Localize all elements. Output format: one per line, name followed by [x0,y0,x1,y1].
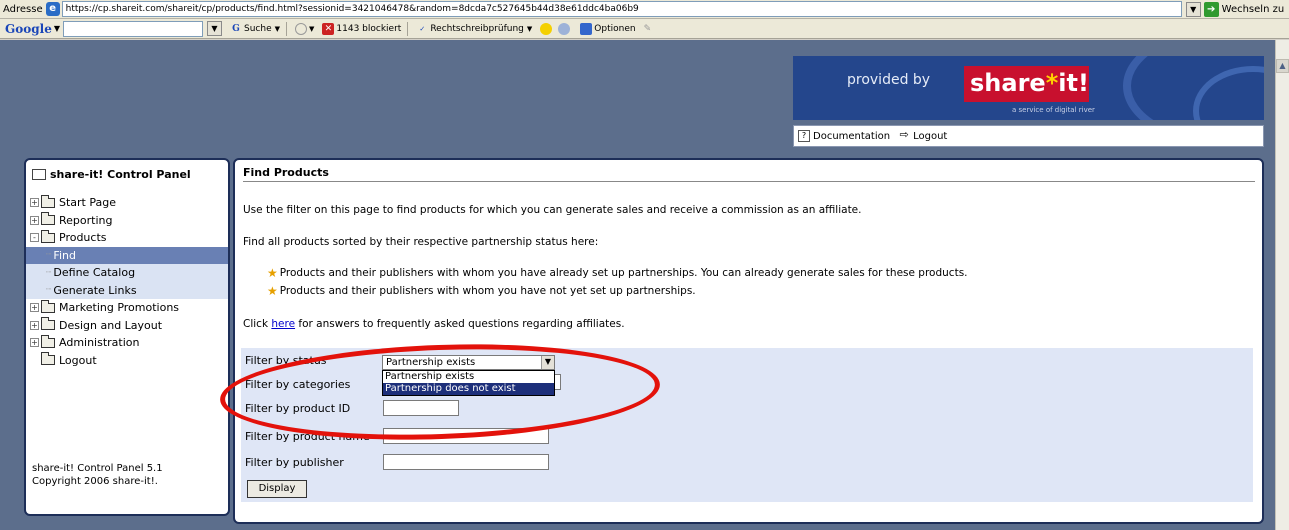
pagerank-icon [295,22,307,35]
expand-plus-icon[interactable]: + [30,338,39,348]
chevron-down-icon: ▼ [309,24,315,33]
sidebar-item-marketing-promotions[interactable]: + Marketing Promotions [26,299,228,317]
sidebar-item-design-and-layout[interactable]: + Design and Layout [26,317,228,335]
display-button[interactable]: Display [247,480,307,498]
google-input-dropdown-icon[interactable]: ▼ [207,21,222,36]
google-search-button[interactable]: G Suche ▼ [230,23,280,35]
shareit-banner: provided by share*it! a service of digit… [793,56,1264,120]
status-option-does-not-exist[interactable]: Partnership does not exist [383,383,554,395]
faq-link[interactable]: here [271,318,295,330]
status-select[interactable]: Partnership exists ▼ [382,355,555,370]
expand-plus-icon[interactable]: + [30,303,39,313]
page-title: Find Products [243,166,329,179]
publisher-input[interactable] [383,454,549,470]
url-dropdown-icon[interactable]: ▼ [1185,1,1201,17]
filter-form: Filter by status Filter by categories Fi… [241,348,1253,502]
expand-plus-icon[interactable]: + [30,215,39,225]
provided-by-text: provided by [847,72,931,88]
chevron-down-icon[interactable]: ▼ [541,356,554,369]
copyright-text: Copyright 2006 share-it!. [32,476,158,487]
intro-text: Use the filter on this page to find prod… [243,204,862,216]
logout-door-icon: ⇨ [898,128,911,142]
folder-icon [41,334,55,348]
faq-text: Click here for answers to frequently ask… [243,318,625,330]
collapse-minus-icon[interactable]: - [30,233,39,243]
toolbar-divider [286,21,287,36]
sidebar-item-generate-links[interactable]: ┈ Generate Links [26,281,228,299]
sidebar-item-start-page[interactable]: + Start Page [26,194,228,212]
main-panel: Find Products Use the filter on this pag… [233,158,1264,524]
sorted-text: Find all products sorted by their respec… [243,236,599,248]
open-folder-icon [41,229,55,243]
star-partnership-icon: ★ [267,266,278,280]
spellcheck-button[interactable]: ✓ Rechtschreibprüfung ▼ [416,23,532,35]
control-panel-icon [32,168,46,180]
smiley-button[interactable] [540,22,554,35]
google-g-icon: G [232,23,240,34]
documentation-link[interactable]: ? Documentation [798,130,890,142]
go-arrow-icon[interactable]: ➔ [1203,1,1219,17]
sidebar-title: share-it! Control Panel [26,160,228,182]
sidebar-item-logout[interactable]: Logout [26,352,228,370]
top-nav: ? Documentation ⇨ Logout [793,125,1264,147]
title-divider [243,181,1255,182]
status-option-exists[interactable]: Partnership exists [383,371,554,383]
address-label: Adresse [3,3,43,15]
spellcheck-icon: ✓ [419,24,426,33]
sidebar: share-it! Control Panel + Start Page + R… [24,158,230,516]
folder-icon [41,194,55,208]
product-name-input[interactable] [383,428,549,444]
shareit-logo-subtitle: a service of digital river [1012,106,1095,114]
sidebar-item-reporting[interactable]: + Reporting [26,212,228,230]
status-dropdown-list: Partnership exists Partnership does not … [382,370,555,396]
publisher-filter-label: Filter by publisher [245,456,344,469]
popup-blocker-button[interactable]: ✕ 1143 blockiert [322,22,401,35]
product-id-input[interactable] [383,400,459,416]
smiley-icon [540,22,553,35]
folder-icon [41,212,55,226]
pagerank-button[interactable]: ▼ [295,22,315,35]
paperclip-icon[interactable]: ✎ [644,24,652,34]
frown-icon [558,22,571,35]
google-logo[interactable]: Google [5,22,52,36]
version-text: share-it! Control Panel 5.1 [32,463,163,474]
google-menu-chevron-icon[interactable]: ▼ [54,24,60,33]
list-item: ★ Products and their publishers with who… [267,266,968,280]
popup-blocked-icon: ✕ [322,22,335,35]
sidebar-item-products[interactable]: - Products [26,229,228,247]
status-filter-label: Filter by status [245,354,327,367]
expand-plus-icon[interactable]: + [30,320,39,330]
url-field[interactable]: https://cp.shareit.com/shareit/cp/produc… [61,1,1182,17]
shareit-logo: share*it! [964,66,1089,102]
go-button-label[interactable]: Wechseln zu [1222,4,1285,15]
star-no-partnership-icon: ★ [267,284,278,298]
help-document-icon: ? [798,130,810,142]
categories-filter-label: Filter by categories [245,378,351,391]
vertical-scrollbar[interactable]: ▲ [1275,40,1289,530]
folder-icon [41,299,55,313]
toolbar-divider [407,21,409,36]
product-name-filter-label: Filter by product name [245,430,370,443]
chevron-down-icon: ▼ [526,24,533,33]
address-bar: Adresse e https://cp.shareit.com/shareit… [0,0,1289,19]
sidebar-item-administration[interactable]: + Administration [26,334,228,352]
scroll-up-icon[interactable]: ▲ [1276,59,1289,73]
expand-plus-icon[interactable]: + [30,198,39,208]
folder-icon [41,317,55,331]
chevron-down-icon: ▼ [274,24,280,33]
list-item: ★ Products and their publishers with who… [267,284,696,298]
sidebar-item-find[interactable]: ┈ Find [26,246,228,264]
sidebar-item-define-catalog[interactable]: ┈ Define Catalog [26,264,228,282]
ie-page-icon: e [45,2,60,16]
product-id-filter-label: Filter by product ID [245,402,351,415]
folder-icon [41,352,55,366]
frown-button[interactable] [558,22,572,35]
google-toolbar: Google ▼ ▼ G Suche ▼ ▼ ✕ 1143 blockiert … [0,19,1289,39]
options-button[interactable]: Optionen [580,22,636,35]
options-icon [580,22,593,35]
logout-link[interactable]: ⇨ Logout [898,128,947,142]
sidebar-footer: share-it! Control Panel 5.1 Copyright 20… [32,462,163,488]
google-search-input[interactable] [63,20,203,37]
nav-tree: + Start Page + Reporting - Products ┈ Fi… [26,194,228,369]
